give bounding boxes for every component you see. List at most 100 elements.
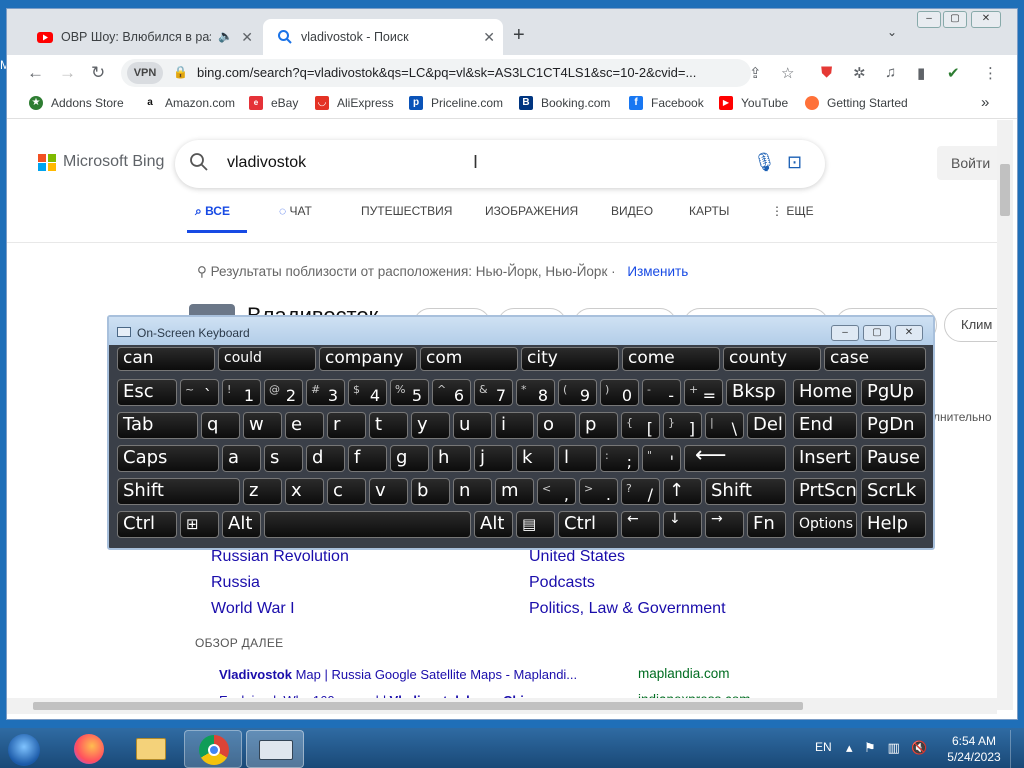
url-text[interactable]: bing.com/search?q=vladivostok&qs=LC&pq=v…: [197, 65, 696, 80]
key-j[interactable]: j: [474, 445, 513, 472]
extension-check-icon[interactable]: ✔: [947, 64, 960, 82]
key-help[interactable]: Help: [861, 511, 926, 538]
share-icon[interactable]: ⇪: [749, 64, 762, 82]
key-space[interactable]: [264, 511, 471, 538]
maximize-button[interactable]: ▢: [943, 11, 967, 28]
horizontal-scrollbar[interactable]: [7, 698, 997, 714]
key-3[interactable]: #3: [306, 379, 345, 406]
visual-search-icon[interactable]: ⊡: [787, 152, 802, 173]
key-4[interactable]: $4: [348, 379, 387, 406]
key-home[interactable]: Home: [793, 379, 857, 406]
key-insert[interactable]: Insert: [793, 445, 857, 472]
key-enter[interactable]: ⟵: [684, 445, 786, 472]
nav-maps[interactable]: КАРТЫ: [689, 204, 729, 218]
key-down-arrow[interactable]: ↓: [663, 511, 702, 538]
tab-ovr-show[interactable]: ОВР Шоу: Влюбился в разв 🔈 ✕: [29, 19, 261, 55]
key-h[interactable]: h: [432, 445, 471, 472]
key-pause[interactable]: Pause: [861, 445, 926, 472]
key-pgup[interactable]: PgUp: [861, 379, 926, 406]
key-end[interactable]: End: [793, 412, 857, 439]
side-panel-icon[interactable]: ▮: [917, 64, 925, 82]
prediction-key[interactable]: county: [723, 347, 821, 371]
extensions-puzzle-icon[interactable]: ✲: [853, 64, 866, 82]
lock-icon[interactable]: 🔒: [173, 65, 188, 79]
horizontal-scroll-thumb[interactable]: [33, 702, 803, 710]
key-pgdn[interactable]: PgDn: [861, 412, 926, 439]
key-y[interactable]: y: [411, 412, 450, 439]
microphone-icon[interactable]: 🎙: [753, 152, 776, 173]
search-icon[interactable]: [189, 152, 209, 177]
key-5[interactable]: % 5: [390, 379, 429, 406]
topic-link[interactable]: United States: [529, 548, 625, 566]
show-hidden-icons-icon[interactable]: ▴: [846, 740, 853, 755]
nav-chat[interactable]: ◌ ЧАТ: [279, 204, 312, 218]
address-bar[interactable]: VPN 🔒 bing.com/search?q=vladivostok&qs=L…: [121, 59, 751, 87]
key-f[interactable]: f: [348, 445, 387, 472]
key-ctrl-right[interactable]: Ctrl: [558, 511, 618, 538]
bookmark-star-icon[interactable]: ☆: [781, 64, 794, 82]
bookmark-addons-store[interactable]: ★ Addons Store: [29, 96, 124, 110]
key-8[interactable]: * 8: [516, 379, 555, 406]
key-windows[interactable]: ⊞: [180, 511, 219, 538]
key-s[interactable]: s: [264, 445, 303, 472]
key-0[interactable]: ) 0: [600, 379, 639, 406]
topic-link[interactable]: Politics, Law & Government: [529, 600, 726, 618]
prediction-key[interactable]: city: [521, 347, 619, 371]
sign-in-button[interactable]: Войти: [937, 146, 997, 180]
key-n[interactable]: n: [453, 478, 492, 505]
key-z[interactable]: z: [243, 478, 282, 505]
key-prtscn[interactable]: PrtScn: [793, 478, 857, 505]
reload-icon[interactable]: ↻: [91, 63, 105, 83]
bing-logo[interactable]: Microsoft Bing: [38, 153, 164, 171]
prediction-key[interactable]: case: [824, 347, 926, 371]
bookmark-amazon[interactable]: a Amazon.com: [143, 96, 235, 110]
key-equals[interactable]: + =: [684, 379, 723, 406]
media-queue-icon[interactable]: ♫: [885, 64, 896, 81]
key-2[interactable]: @2: [264, 379, 303, 406]
vertical-scrollbar[interactable]: [997, 120, 1013, 710]
bookmark-getting-started[interactable]: Getting Started: [805, 96, 908, 110]
key-tilde[interactable]: ~ `: [180, 379, 219, 406]
close-tab-icon[interactable]: ✕: [241, 29, 253, 46]
key-7[interactable]: & 7: [474, 379, 513, 406]
search-input[interactable]: vladivostok: [227, 154, 306, 172]
network-icon[interactable]: ▥: [887, 740, 899, 755]
speaker-icon[interactable]: 🔈: [218, 29, 233, 43]
osk-close-button[interactable]: ✕: [895, 325, 923, 341]
key-e[interactable]: e: [285, 412, 324, 439]
nav-images[interactable]: ИЗОБРАЖЕНИЯ: [485, 204, 578, 218]
osk-minimize-button[interactable]: –: [831, 325, 859, 341]
key-comma[interactable]: <,: [537, 478, 576, 505]
prediction-key[interactable]: can: [117, 347, 215, 371]
key-backslash[interactable]: | \: [705, 412, 744, 439]
key-d[interactable]: d: [306, 445, 345, 472]
key-caps[interactable]: Caps: [117, 445, 219, 472]
topic-link[interactable]: World War I: [211, 600, 295, 618]
key-b[interactable]: b: [411, 478, 450, 505]
key-backspace[interactable]: Bksp: [726, 379, 786, 406]
key-slash[interactable]: ? /: [621, 478, 660, 505]
nav-travel[interactable]: ПУТЕШЕСТВИЯ: [361, 204, 452, 218]
nav-more[interactable]: ⋮ ЕЩЕ: [771, 204, 814, 218]
minimize-button[interactable]: –: [917, 11, 941, 28]
key-options[interactable]: Options: [793, 511, 857, 538]
key-k[interactable]: k: [516, 445, 555, 472]
bookmark-aliexpress[interactable]: ◡ AliExpress: [315, 96, 394, 110]
key-w[interactable]: w: [243, 412, 282, 439]
bookmark-ebay[interactable]: e eBay: [249, 96, 298, 110]
language-indicator[interactable]: EN: [815, 740, 832, 754]
key-shift-left[interactable]: Shift: [117, 478, 240, 505]
key-delete[interactable]: Del: [747, 412, 786, 439]
bookmark-facebook[interactable]: f Facebook: [629, 96, 704, 110]
bookmark-youtube[interactable]: ▶ YouTube: [719, 96, 788, 110]
key-menu[interactable]: ▤: [516, 511, 555, 538]
key-quote[interactable]: " ': [642, 445, 681, 472]
tab-vladivostok-search[interactable]: vladivostok - Поиск ✕: [263, 19, 503, 55]
explore-result[interactable]: Vladivostok Map | Russia Google Satellit…: [219, 667, 577, 682]
prediction-key[interactable]: com: [420, 347, 518, 371]
key-right-bracket[interactable]: }]: [663, 412, 702, 439]
key-a[interactable]: a: [222, 445, 261, 472]
bookmark-booking[interactable]: B Booking.com: [519, 96, 610, 110]
key-up-arrow[interactable]: ↑: [663, 478, 702, 505]
extension-shield-icon[interactable]: ⛊: [821, 64, 832, 81]
